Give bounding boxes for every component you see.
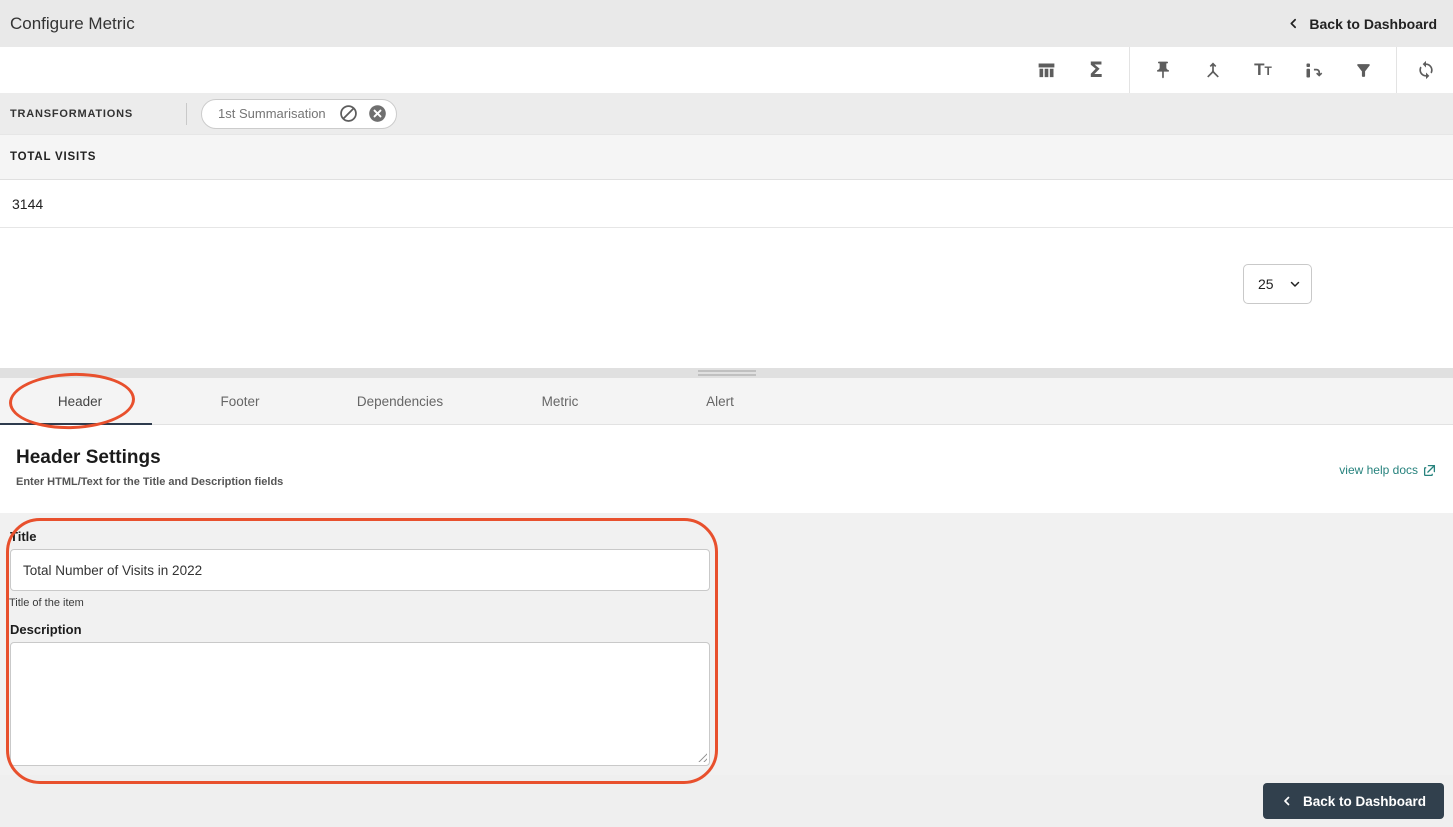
sigma-icon[interactable]: Σ	[1071, 47, 1121, 93]
chevron-down-icon	[1289, 278, 1301, 290]
toolbar-divider	[1129, 47, 1130, 93]
page-size-value: 25	[1258, 276, 1274, 292]
top-header-bar: Configure Metric Back to Dashboard	[0, 0, 1453, 47]
sync-icon[interactable]	[1405, 47, 1447, 93]
back-to-dashboard-link[interactable]: Back to Dashboard	[1287, 16, 1437, 32]
remove-icon[interactable]	[367, 103, 388, 124]
back-to-dashboard-button[interactable]: Back to Dashboard	[1262, 783, 1444, 819]
grid-column-header: TOTAL VISITS	[0, 134, 1453, 180]
pin-icon[interactable]	[1138, 47, 1188, 93]
tab-alert[interactable]: Alert	[640, 378, 800, 425]
chevron-left-icon	[1281, 795, 1293, 807]
chip-label: 1st Summarisation	[218, 106, 326, 121]
splitter-drag-handle[interactable]	[697, 370, 756, 376]
section-header: Header Settings Enter HTML/Text for the …	[0, 425, 1453, 513]
page-size-select[interactable]: 25	[1243, 264, 1312, 304]
panel-splitter[interactable]	[0, 368, 1453, 378]
transformation-chip[interactable]: 1st Summarisation	[201, 98, 397, 129]
description-textarea[interactable]	[10, 642, 710, 766]
title-helper-text: Title of the item	[9, 597, 84, 609]
back-link-label: Back to Dashboard	[1309, 15, 1437, 32]
page-title: Configure Metric	[10, 13, 135, 33]
transform-icon[interactable]	[1288, 47, 1338, 93]
footer-bar: Back to Dashboard	[0, 775, 1453, 827]
section-subtitle: Enter HTML/Text for the Title and Descri…	[16, 476, 284, 488]
title-input[interactable]	[10, 549, 710, 591]
transformations-row: TRANSFORMATIONS 1st Summarisation	[0, 93, 1453, 134]
header-settings-form: Title Title of the item Description	[0, 513, 1453, 784]
help-link-label: view help docs	[1339, 463, 1418, 477]
description-field-label: Description	[10, 622, 82, 637]
transformations-label: TRANSFORMATIONS	[10, 107, 134, 120]
merge-icon[interactable]	[1188, 47, 1238, 93]
chevron-left-icon	[1287, 17, 1300, 30]
tab-dependencies[interactable]: Dependencies	[320, 378, 480, 425]
view-help-docs-link[interactable]: view help docs	[1339, 463, 1436, 477]
external-link-icon	[1423, 464, 1436, 477]
title-field-label: Title	[10, 529, 37, 544]
toolbar-divider	[1396, 47, 1397, 93]
grid-row[interactable]: 3144	[0, 180, 1453, 228]
filter-icon[interactable]	[1338, 47, 1388, 93]
toolbar: Σ TT	[0, 47, 1453, 93]
tab-header[interactable]: Header	[0, 378, 160, 426]
tab-footer[interactable]: Footer	[160, 378, 320, 425]
cell-value: 3144	[12, 195, 44, 212]
text-format-icon[interactable]: TT	[1238, 47, 1288, 93]
vertical-divider	[186, 102, 188, 125]
tab-bar: Header Footer Dependencies Metric Alert	[0, 370, 1453, 432]
section-title: Header Settings	[16, 447, 161, 468]
description-field-wrap	[10, 642, 710, 766]
disable-icon[interactable]	[338, 103, 359, 124]
table-columns-icon[interactable]	[1021, 47, 1071, 93]
column-header-label: TOTAL VISITS	[10, 151, 97, 163]
footer-back-label: Back to Dashboard	[1302, 793, 1426, 809]
tab-metric[interactable]: Metric	[480, 378, 640, 425]
pagination-section: 25	[0, 228, 1453, 511]
